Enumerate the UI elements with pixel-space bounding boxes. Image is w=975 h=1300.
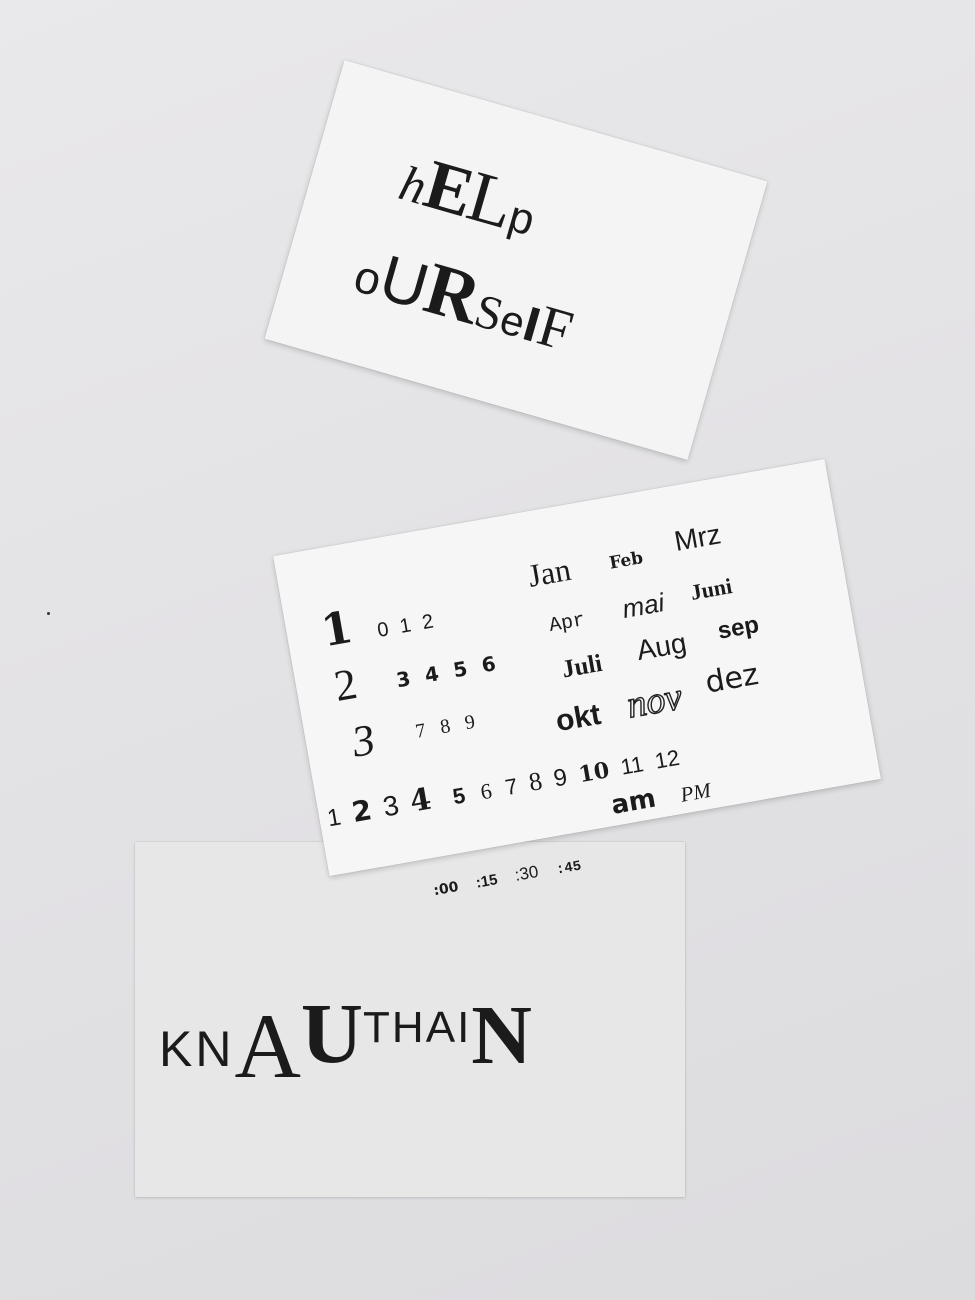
number: 9 bbox=[551, 763, 570, 793]
letter: H bbox=[391, 1003, 426, 1052]
month-juni: Juni bbox=[688, 573, 734, 605]
number: 12 bbox=[652, 744, 682, 774]
number: 5 bbox=[450, 782, 468, 810]
number: 10 bbox=[576, 757, 612, 789]
ourself-word: oURSelF bbox=[348, 231, 582, 364]
month-dez: dez bbox=[702, 656, 762, 701]
number: 1 bbox=[325, 803, 344, 833]
month-sep: sep bbox=[715, 611, 761, 645]
letter: U bbox=[300, 985, 364, 1081]
digits-row-012: 0 1 2 bbox=[375, 609, 439, 642]
month-mrz: Mrz bbox=[671, 518, 724, 557]
number: 11 bbox=[618, 751, 646, 780]
letter: I bbox=[457, 1003, 472, 1052]
number: 2 bbox=[349, 793, 375, 829]
letter: A bbox=[425, 1003, 458, 1052]
knauthain-word: KNAUTHAIN bbox=[159, 982, 532, 1092]
letter: T bbox=[363, 1003, 392, 1052]
month-aug: Aug bbox=[634, 626, 689, 667]
big-digit-2: 2 bbox=[330, 658, 361, 712]
letter: N bbox=[471, 989, 532, 1082]
paper-speck bbox=[47, 612, 50, 615]
letter: N bbox=[195, 1021, 235, 1077]
number: 7 bbox=[503, 773, 520, 801]
minute: :00 bbox=[432, 879, 460, 900]
number: 8 bbox=[526, 766, 545, 797]
number: 3 bbox=[380, 789, 402, 823]
minute: :30 bbox=[513, 861, 540, 885]
letter: K bbox=[159, 1021, 196, 1077]
month-okt: okt bbox=[553, 697, 604, 739]
month-juli: Juli bbox=[559, 649, 605, 684]
month-mai: mai bbox=[619, 587, 667, 624]
month-nov: nov bbox=[623, 675, 686, 727]
number: 6 bbox=[478, 777, 494, 805]
calendar-card: 1 2 3 0 1 2 3 4 5 6 7 8 9 Jan Feb Mrz Ap… bbox=[273, 458, 881, 899]
digits-row-789: 7 8 9 bbox=[413, 709, 482, 743]
numbers-row: 1 2 3 4 5 6 7 8 9 10 11 12 bbox=[325, 741, 682, 833]
big-digit-1: 1 bbox=[317, 601, 357, 658]
month-jan: Jan bbox=[525, 550, 574, 594]
help-ourself-card: hELp oURSelF bbox=[264, 59, 768, 461]
digits-row-3456: 3 4 5 6 bbox=[394, 650, 502, 693]
minute: :45 bbox=[554, 858, 583, 879]
help-word: hELp bbox=[393, 140, 546, 248]
month-feb: Feb bbox=[607, 548, 645, 574]
pm-label: PM bbox=[678, 777, 713, 807]
number: 4 bbox=[407, 781, 434, 820]
month-apr: Apr bbox=[547, 609, 587, 638]
knauthain-card: KNAUTHAIN bbox=[135, 842, 685, 1197]
big-digit-3: 3 bbox=[348, 714, 379, 767]
letter: A bbox=[234, 995, 301, 1097]
am-label: am bbox=[608, 783, 659, 821]
minute: :15 bbox=[474, 871, 499, 892]
digits-row-3456-text: 3 4 5 6 bbox=[394, 650, 502, 693]
